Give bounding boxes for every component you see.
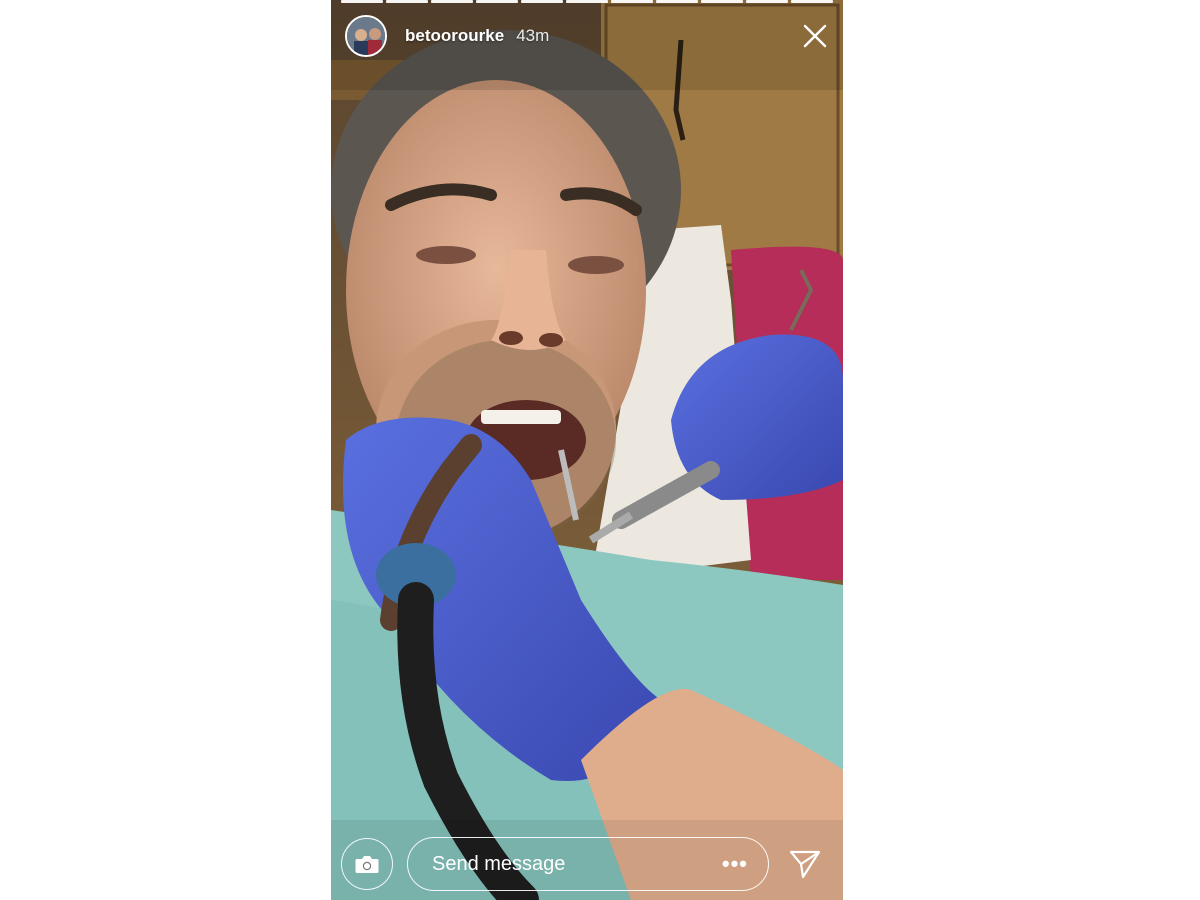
progress-segment [386, 0, 428, 3]
send-icon[interactable] [787, 846, 823, 882]
more-options-icon[interactable]: ••• [722, 851, 748, 877]
story-progress-bar [341, 0, 833, 3]
story-photo [331, 0, 843, 900]
progress-segment [701, 0, 743, 3]
story-username[interactable]: betoorourke [405, 26, 504, 46]
progress-segment [476, 0, 518, 3]
progress-segment [791, 0, 833, 3]
progress-segment [341, 0, 383, 3]
profile-avatar-image [347, 17, 385, 55]
progress-segment [611, 0, 653, 3]
story-header: betoorourke 43m [345, 14, 831, 58]
story-reply-bar: Send message ••• [341, 836, 833, 892]
close-icon[interactable] [799, 20, 831, 52]
camera-icon[interactable] [341, 838, 393, 890]
progress-segment [746, 0, 788, 3]
message-placeholder: Send message [432, 852, 566, 875]
progress-segment [656, 0, 698, 3]
progress-segment [521, 0, 563, 3]
progress-segment [431, 0, 473, 3]
story-viewer[interactable]: betoorourke 43m Send message ••• [331, 0, 843, 900]
progress-segment [566, 0, 608, 3]
send-message-input[interactable]: Send message ••• [407, 837, 769, 891]
profile-avatar[interactable] [345, 15, 387, 57]
story-timestamp: 43m [516, 26, 550, 45]
